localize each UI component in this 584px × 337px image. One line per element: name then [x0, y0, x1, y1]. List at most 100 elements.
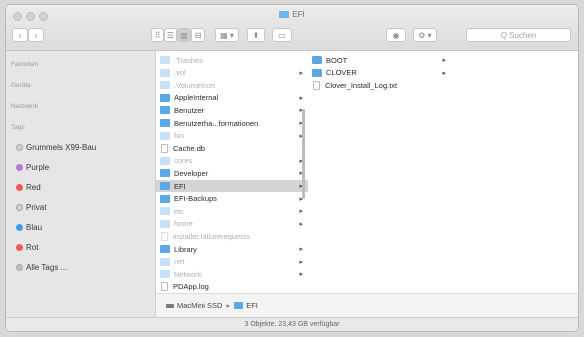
grid-icon: ⠿	[154, 30, 161, 40]
sidebar-tag[interactable]: Privat	[16, 203, 47, 212]
folder-icon	[160, 194, 170, 203]
folder-icon	[312, 56, 322, 64]
column1-item[interactable]: bin▸	[156, 130, 308, 142]
tag-color-dot-icon	[16, 224, 23, 231]
column1-item[interactable]: installer.failurerequests	[156, 230, 308, 242]
sidebar-tag-label: Red	[26, 183, 41, 192]
column1-item-label: EFI-Backups	[174, 194, 217, 204]
sidebar-tag-label: Purple	[26, 163, 50, 172]
column1-item[interactable]: Cache.db	[156, 142, 308, 154]
folder-icon	[160, 81, 170, 90]
column1-item-label: Benutzer	[174, 105, 205, 115]
column1-item[interactable]: EFI▸	[156, 180, 308, 192]
chevron-right-icon: ▸	[299, 271, 303, 279]
column1-item-label: Developer	[174, 168, 209, 178]
action-button[interactable]: ⚙ ▾	[413, 28, 437, 42]
sidebar-tag[interactable]: Alle Tags ...	[16, 263, 67, 272]
column-scrollbar[interactable]	[302, 109, 305, 199]
column1-item[interactable]: .vol ▸	[156, 67, 308, 79]
document-icon	[161, 231, 168, 241]
search-placeholder: Q Suchen	[500, 30, 537, 40]
folder-icon	[160, 106, 170, 115]
column1-item[interactable]: PDApp.log	[156, 281, 308, 293]
tag-button[interactable]: ▭	[272, 28, 292, 42]
sidebar-tag[interactable]: Blau	[16, 223, 42, 232]
eye-icon: ◉	[392, 30, 400, 40]
sidebar-section-network: Netzwerk	[11, 103, 39, 110]
column1-item[interactable]: home ▸	[156, 218, 308, 230]
column1-item[interactable]: etc ▸	[156, 205, 308, 217]
path-folder[interactable]: EFI	[246, 301, 258, 310]
column1-item[interactable]: Developer▸	[156, 167, 308, 179]
sidebar-tag[interactable]: Rot	[16, 243, 39, 252]
column1-item-label: .Trashes	[174, 55, 203, 65]
column1-item-label: .vol	[174, 68, 186, 78]
icon-view-button[interactable]: ⠿	[151, 28, 164, 42]
column-empty	[451, 51, 578, 293]
column2-item[interactable]: Clover_Install_Log.txt	[308, 79, 451, 91]
sidebar-tag-label: Grummels X99-Bau	[26, 143, 97, 152]
tag-color-dot-icon	[16, 164, 23, 171]
back-button[interactable]: ‹	[12, 28, 28, 42]
document-icon	[313, 80, 320, 90]
column1-item[interactable]: net ▸	[156, 256, 308, 268]
folder-icon	[160, 93, 170, 102]
chevron-right-icon: ▸	[299, 69, 303, 77]
sidebar-section-tags: Tags	[11, 124, 25, 131]
drive-icon	[166, 303, 174, 308]
gallery-view-button[interactable]: ⊟	[191, 28, 205, 42]
column1-item[interactable]: .Trashes	[156, 54, 308, 66]
list-view-button[interactable]: ☰	[164, 28, 177, 42]
sidebar-tag[interactable]: Purple	[16, 163, 50, 172]
path-bar: MacMini SSD ▸ EFI	[156, 293, 578, 317]
search-input[interactable]: Q Suchen	[466, 28, 571, 42]
column1-item[interactable]: EFI-Backups ▸	[156, 193, 308, 205]
column1-item-label: cores	[174, 156, 193, 166]
column-efi[interactable]: BOOT ▸ CLOVER ▸ Clover_Install_Log.txt	[308, 51, 452, 293]
sidebar-section-favorites: Favoriten	[11, 61, 39, 68]
quicklook-button[interactable]: ◉	[386, 28, 406, 42]
tag-color-dot-icon	[16, 144, 23, 151]
chevron-left-icon: ‹	[18, 30, 22, 40]
column1-item-label: .VolumeIcon	[174, 80, 216, 90]
chevron-right-icon: ▸	[299, 94, 303, 102]
titlebar: EFI ‹ › ⠿ ☰ ▥ ⊟ ▦ ▾ ⬆ ▭ ◉ ⚙ ▾ Q Suchen	[6, 5, 578, 51]
column2-item[interactable]: CLOVER ▸	[308, 67, 451, 79]
chevron-right-icon: ▸	[299, 208, 303, 216]
sidebar-tag-label: Privat	[26, 203, 47, 212]
folder-icon	[160, 68, 170, 77]
column1-item[interactable]: Library ▸	[156, 243, 308, 255]
window-title: EFI	[6, 10, 578, 19]
folder-icon	[160, 131, 170, 140]
column1-item[interactable]: Network ▸	[156, 268, 308, 280]
sidebar-tag[interactable]: Red	[16, 183, 41, 192]
column1-item-label: home	[174, 219, 193, 229]
folder-icon	[279, 11, 290, 18]
tag-color-dot-icon	[16, 184, 23, 191]
arrange-button[interactable]: ▦ ▾	[215, 28, 239, 42]
column-view-button[interactable]: ▥	[177, 28, 191, 42]
gear-icon: ⚙ ▾	[418, 30, 432, 40]
column2-item[interactable]: BOOT ▸	[308, 54, 451, 66]
column1-item[interactable]: Benutzer▸	[156, 104, 308, 116]
column1-item[interactable]: AppleInternal ▸	[156, 92, 308, 104]
share-button[interactable]: ⬆	[247, 28, 265, 42]
column2-item-label: BOOT	[326, 55, 348, 65]
sidebar-tag-label: Rot	[26, 243, 39, 252]
list-icon: ☰	[166, 30, 175, 40]
column1-item[interactable]: .VolumeIcon	[156, 79, 308, 91]
path-drive[interactable]: MacMini SSD	[177, 301, 222, 310]
forward-button[interactable]: ›	[28, 28, 44, 42]
folder-icon	[234, 302, 244, 309]
sidebar-tag[interactable]: Grummels X99-Bau	[16, 143, 97, 152]
folder-icon	[160, 245, 170, 253]
status-bar: 3 Objekte, 23,43 GB verfügbar	[6, 317, 578, 331]
column1-item-label: Network	[174, 269, 202, 279]
column1-item[interactable]: Benutzerha...formationen▸	[156, 117, 308, 129]
column-root[interactable]: .Trashes .vol ▸ .VolumeIcon AppleInternal ▸ Be…	[156, 51, 309, 293]
column1-item[interactable]: cores▸	[156, 155, 308, 167]
document-icon	[161, 143, 168, 153]
column1-item-label: net	[174, 257, 185, 267]
folder-icon	[160, 156, 170, 165]
arrange-icon: ▦ ▾	[220, 30, 234, 40]
